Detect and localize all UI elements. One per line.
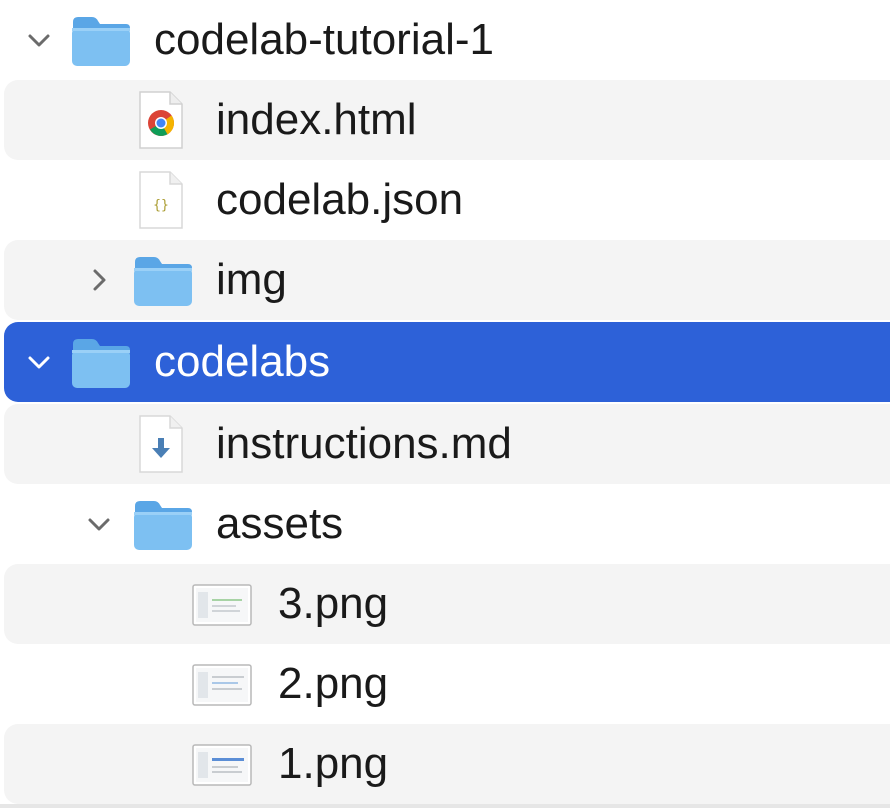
tree-row-2-png[interactable]: 2.png xyxy=(4,644,890,724)
tree-row-codelabs[interactable]: codelabs xyxy=(4,322,890,402)
markdown-file-icon xyxy=(136,414,186,474)
tree-item-label: 1.png xyxy=(278,739,389,788)
folder-icon xyxy=(70,336,132,390)
tree-row-1-png[interactable]: 1.png xyxy=(4,724,890,804)
chevron-down-icon[interactable] xyxy=(24,25,54,55)
tree-item-label: codelabs xyxy=(154,337,331,386)
folder-icon xyxy=(132,498,194,552)
chrome-html-file-icon xyxy=(136,90,186,150)
tree-item-label: instructions.md xyxy=(216,419,512,468)
tree-item-label: 2.png xyxy=(278,659,389,708)
tree-row-instructions-md[interactable]: instructions.md xyxy=(4,404,890,484)
image-file-icon xyxy=(192,664,252,706)
file-tree: codelab-tutorial-1 index.html {} codelab… xyxy=(0,0,890,808)
tree-item-label: codelab.json xyxy=(216,175,464,224)
svg-text:{}: {} xyxy=(153,198,169,213)
tree-row-codelab-tutorial-1[interactable]: codelab-tutorial-1 xyxy=(4,0,890,80)
tree-item-label: assets xyxy=(216,499,344,548)
chevron-down-icon[interactable] xyxy=(24,347,54,377)
folder-icon xyxy=(132,254,194,308)
chevron-down-icon[interactable] xyxy=(84,509,114,539)
json-file-icon: {} xyxy=(136,170,186,230)
tree-row-codelab-json[interactable]: {} codelab.json xyxy=(4,160,890,240)
chevron-right-icon[interactable] xyxy=(84,265,114,295)
folder-icon xyxy=(70,14,132,68)
tree-row-3-png[interactable]: 3.png xyxy=(4,564,890,644)
image-file-icon xyxy=(192,744,252,786)
image-file-icon xyxy=(192,584,252,626)
tree-row-assets[interactable]: assets xyxy=(4,484,890,564)
tree-row-index-html[interactable]: index.html xyxy=(4,80,890,160)
tree-item-label: img xyxy=(216,255,287,304)
bottom-divider xyxy=(0,804,890,808)
tree-item-label: index.html xyxy=(216,95,417,144)
tree-row-img[interactable]: img xyxy=(4,240,890,320)
tree-item-label: codelab-tutorial-1 xyxy=(154,15,494,64)
tree-item-label: 3.png xyxy=(278,579,389,628)
